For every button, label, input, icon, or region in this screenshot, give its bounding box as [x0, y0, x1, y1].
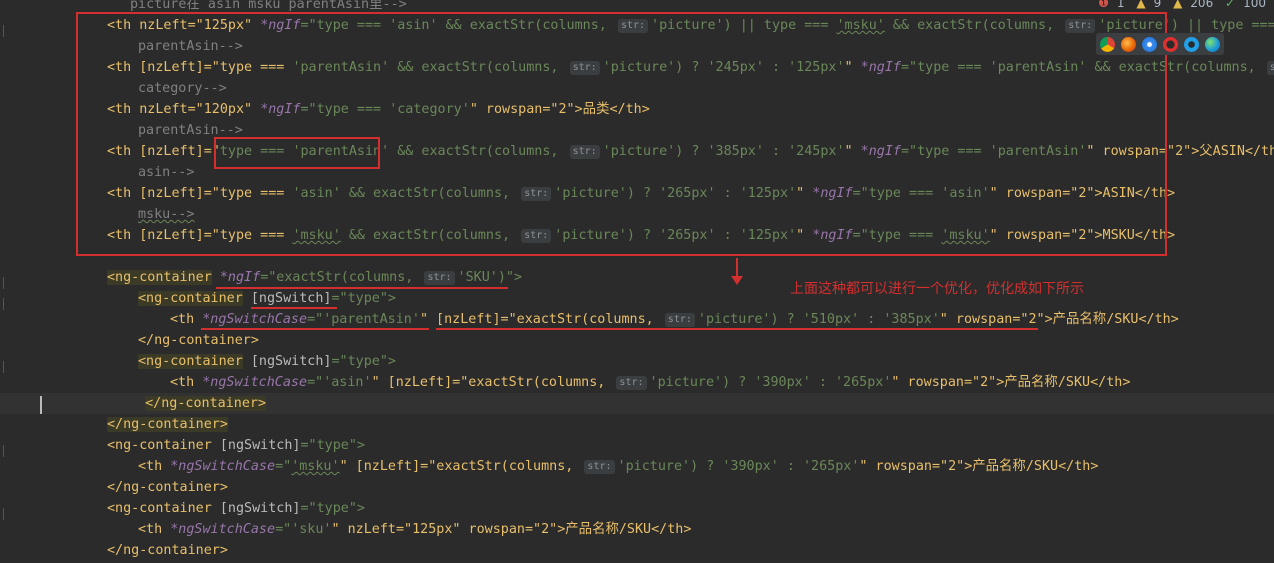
- param-hint: str:: [584, 460, 615, 474]
- param-hint: str:: [1266, 61, 1274, 75]
- ie-icon[interactable]: [1184, 36, 1199, 52]
- code-line: <ng-container [ngSwitch]="type">: [138, 291, 396, 306]
- highlight-box-small: [214, 137, 380, 169]
- code-line: <ng-container [ngSwitch]="type">: [107, 438, 365, 453]
- code-line: <th *ngSwitchCase="'msku'" [nzLeft]="exa…: [138, 459, 1099, 474]
- param-hint: str:: [664, 313, 695, 327]
- underline-ngswitch: [251, 307, 337, 309]
- code-line: <ng-container [ngSwitch]="type">: [107, 501, 365, 516]
- code-line: <ng-container *ngIf="exactStr(columns, s…: [107, 270, 523, 285]
- param-hint: str:: [616, 376, 647, 390]
- inspection-status[interactable]: ❶1 ▲ 9 ▲ 206 ✓ 100: [1090, 0, 1266, 10]
- typo-count: 100: [1243, 0, 1266, 10]
- check-icon: ✓: [1225, 0, 1236, 10]
- chrome-icon[interactable]: [1100, 36, 1115, 52]
- code-line: <th *ngSwitchCase="'sku'" nzLeft="125px"…: [138, 522, 692, 537]
- code-line: </ng-container>: [107, 480, 228, 495]
- text-caret: [40, 396, 42, 414]
- opera-icon[interactable]: [1163, 36, 1178, 52]
- code-line: <th *ngSwitchCase="'asin'" [nzLeft]="exa…: [170, 375, 1131, 390]
- warning-count: 9: [1153, 0, 1162, 10]
- code-line: <ng-container [ngSwitch]="type">: [138, 354, 396, 369]
- browser-toolbar: [1096, 33, 1224, 55]
- code-line: </ng-container>: [107, 543, 228, 558]
- code-line: <th *ngSwitchCase="'parentAsin'" [nzLeft…: [170, 312, 1179, 327]
- edge-icon[interactable]: [1205, 36, 1220, 52]
- weak-warning-icon: ▲: [1173, 0, 1183, 10]
- underline-switchcase: [201, 328, 429, 330]
- annotation-arrow: [736, 258, 738, 278]
- current-line: </ng-container>: [0, 393, 1274, 414]
- annotation-note: 上面这种都可以进行一个优化，优化成如下所示: [790, 281, 1084, 297]
- underline-nzleft: [436, 328, 1038, 330]
- error-count: 1: [1116, 0, 1125, 10]
- underline-ngif: [216, 287, 508, 289]
- error-icon: ❶: [1098, 0, 1109, 10]
- arrow-head-icon: [731, 276, 743, 285]
- code-line: </ng-container>: [107, 417, 228, 432]
- param-hint: str:: [424, 271, 455, 285]
- code-line: </ng-container>: [138, 333, 259, 348]
- safari-icon[interactable]: [1142, 36, 1157, 52]
- warning-icon: ▲: [1136, 0, 1146, 10]
- highlight-box: [76, 12, 1167, 256]
- firefox-icon[interactable]: [1121, 36, 1136, 52]
- weak-warning-count: 206: [1190, 0, 1214, 10]
